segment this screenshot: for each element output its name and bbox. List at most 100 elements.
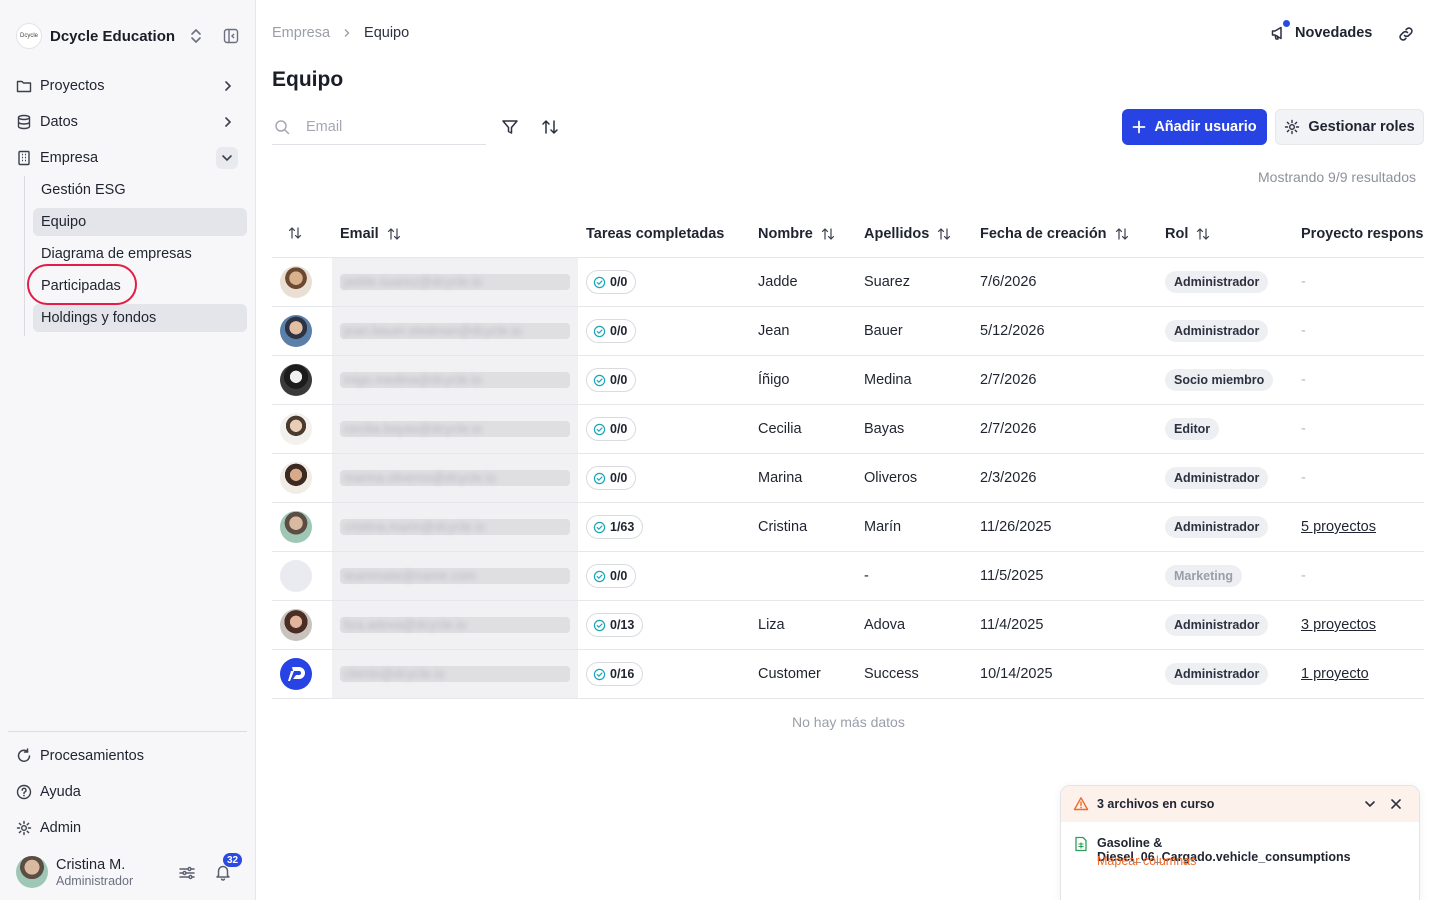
chevron-down-icon[interactable] [216, 147, 238, 169]
sort-icon [288, 227, 302, 239]
column-email-label: Email [340, 226, 379, 242]
role-badge: Administrador [1165, 271, 1269, 293]
apellidos-cell: Success [864, 666, 919, 682]
nombre-cell: Jean [758, 323, 790, 339]
building-icon [16, 150, 32, 166]
sort-icon[interactable] [541, 118, 559, 136]
subnav-equipo[interactable]: Equipo [33, 208, 247, 236]
proyecto-cell-empty: - [1301, 323, 1306, 339]
tasks-count: 0/0 [610, 324, 628, 338]
add-user-button[interactable]: Añadir usuario [1122, 109, 1267, 145]
tasks-badge[interactable]: 1/63 [586, 515, 644, 539]
warning-icon [1073, 797, 1089, 811]
nav-admin[interactable]: Admin [16, 814, 246, 842]
table-row[interactable]: jean.bauer.stedman@dcycle.io 0/0 Jean Bauer… [272, 307, 1424, 356]
subnav-gestion-esg[interactable]: Gestión ESG [33, 176, 247, 204]
novedades-button[interactable]: Novedades [1270, 20, 1372, 42]
tasks-badge[interactable]: 0/0 [586, 417, 637, 441]
org-switcher[interactable]: Dcycle Dcycle Education [16, 22, 246, 50]
tasks-badge[interactable]: 0/0 [586, 564, 637, 588]
role-badge: Administrador [1165, 516, 1269, 538]
link-icon[interactable] [1397, 25, 1415, 43]
tasks-badge[interactable]: 0/0 [586, 466, 637, 490]
user-role: Administrador [56, 874, 134, 888]
column-tareas-label: Tareas completadas [586, 226, 725, 242]
org-name: Dcycle Education [50, 27, 176, 45]
sidebar: Dcycle Dcycle Education Proyectos Datos … [0, 0, 256, 900]
search-input[interactable] [306, 117, 476, 137]
check-circle-icon [593, 423, 606, 435]
email-cell-redacted: jean.bauer.stedman@dcycle.io [340, 323, 570, 339]
tasks-badge[interactable]: 0/0 [586, 368, 637, 392]
proyecto-link[interactable]: 3 proyectos [1301, 601, 1376, 649]
chevron-right-icon[interactable] [220, 78, 236, 94]
nav-datos[interactable]: Datos [16, 108, 246, 136]
nav-proyectos[interactable]: Proyectos [16, 72, 246, 100]
column-rol[interactable]: Rol [1165, 226, 1210, 242]
check-circle-icon [593, 325, 606, 337]
table-row[interactable]: cristina.marin@dcycle.io 1/63 Cristina Marí… [272, 503, 1424, 552]
table-row[interactable]: cecilia.bayas@dcycle.io 0/0 Cecilia Bayas 2/… [272, 405, 1424, 454]
manage-roles-button[interactable]: Gestionar roles [1275, 109, 1424, 145]
proyecto-link[interactable]: 5 proyectos [1301, 503, 1376, 551]
toast-header[interactable]: 3 archivos en curso [1061, 786, 1419, 822]
chevrons-up-down-icon[interactable] [189, 28, 203, 44]
toast-title: 3 archivos en curso [1097, 797, 1215, 811]
tasks-badge[interactable]: 0/0 [586, 319, 637, 343]
tasks-count: 0/0 [610, 373, 628, 387]
subnav-holdings-fondos[interactable]: Holdings y fondos [33, 304, 247, 332]
tasks-badge[interactable]: 0/16 [586, 662, 644, 686]
tasks-count: 0/0 [610, 422, 628, 436]
nombre-cell: Jadde [758, 274, 798, 290]
column-proyecto: Proyecto responsable [1301, 226, 1424, 242]
nav-procesamientos[interactable]: Procesamientos [16, 742, 246, 770]
column-nombre[interactable]: Nombre [758, 226, 835, 242]
table-row[interactable]: inigo.medina@dcycle.io 0/0 Íñigo Medina 2/7/… [272, 356, 1424, 405]
avatar [280, 462, 312, 494]
filter-icon[interactable] [501, 118, 519, 136]
column-email[interactable]: Email [340, 226, 401, 242]
search-icon [275, 120, 290, 135]
column-proyecto-label: Proyecto responsable [1301, 226, 1424, 242]
email-text: inigo.medina@dcycle.io [344, 372, 482, 387]
breadcrumb-empresa[interactable]: Empresa [272, 25, 330, 41]
add-user-label: Añadir usuario [1154, 119, 1257, 135]
help-icon [16, 784, 32, 800]
proyecto-link[interactable]: 1 proyecto [1301, 650, 1369, 698]
column-apellidos-label: Apellidos [864, 226, 930, 242]
nav-empresa[interactable]: Empresa [16, 144, 246, 172]
table-row[interactable]: jadde.suarez@dcycle.io 0/0 Jadde Suarez 7/6/… [272, 258, 1424, 307]
tasks-badge[interactable]: 0/13 [586, 613, 644, 637]
user-card[interactable]: Cristina M. Administrador 32 [16, 852, 248, 890]
sliders-icon[interactable] [178, 864, 196, 882]
sort-avatar-column[interactable] [288, 226, 302, 240]
table-row[interactable]: clients@dcycle.io 0/16 Customer Success 10/1… [272, 650, 1424, 699]
sort-icon [1197, 228, 1210, 240]
upload-progress-toast: 3 archivos en curso Gasoline & Diesel_06… [1060, 785, 1420, 900]
collapse-sidebar-icon[interactable] [223, 28, 239, 44]
avatar [280, 413, 312, 445]
check-circle-icon [593, 570, 606, 582]
nav-ayuda[interactable]: Ayuda [16, 778, 246, 806]
subnav-participadas[interactable]: Participadas [33, 272, 247, 300]
map-columns-link[interactable]: Mapear columnas [1097, 854, 1196, 868]
table-row[interactable]: liza.adova@dcycle.io 0/13 Liza Adova 11/4/20… [272, 601, 1424, 650]
gear-icon [1285, 119, 1300, 135]
subnav-diagrama-empresas[interactable]: Diagrama de empresas [33, 240, 247, 268]
table-row[interactable]: marina.oliveros@dcycle.io 0/0 Marina Oliver… [272, 454, 1424, 503]
chevron-down-icon[interactable] [1363, 797, 1377, 811]
column-fecha[interactable]: Fecha de creación [980, 226, 1129, 242]
database-icon [16, 114, 32, 130]
fecha-cell: 11/4/2025 [980, 617, 1044, 633]
table-row[interactable]: teammate@name.com 0/0 - 11/5/2025 Marketing - [272, 552, 1424, 601]
proyecto-cell-empty: - [1301, 372, 1306, 388]
email-text: cristina.marin@dcycle.io [344, 519, 486, 534]
proyecto-cell-empty: - [1301, 568, 1306, 584]
nombre-cell: Íñigo [758, 372, 790, 388]
tasks-badge[interactable]: 0/0 [586, 270, 637, 294]
tasks-count: 1/63 [610, 520, 635, 534]
close-icon[interactable] [1389, 797, 1403, 811]
column-apellidos[interactable]: Apellidos [864, 226, 951, 242]
chevron-right-icon[interactable] [220, 114, 236, 130]
email-text: cecilia.bayas@dcycle.io [344, 421, 483, 436]
